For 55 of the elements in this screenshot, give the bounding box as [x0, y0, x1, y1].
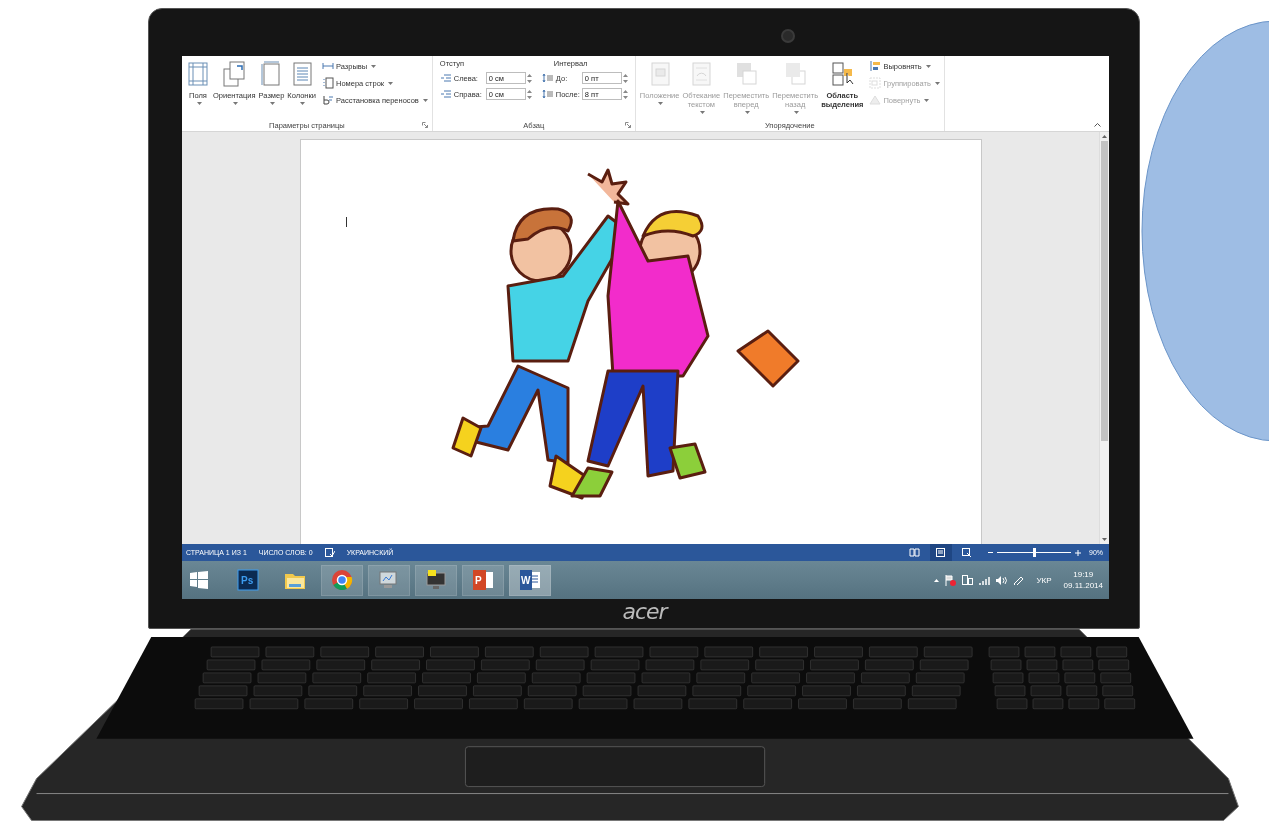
network-icon[interactable]: [962, 574, 974, 586]
taskbar-button[interactable]: W: [509, 564, 551, 596]
scroll-down-icon: [1102, 538, 1107, 541]
flag-icon[interactable]: [945, 574, 957, 586]
clock[interactable]: 19:19 09.11.2014: [1063, 569, 1103, 591]
spinner-arrows-icon: [622, 73, 628, 83]
document-icon: [222, 60, 247, 88]
indent-icon: [439, 73, 452, 83]
taskbar-button[interactable]: [415, 564, 457, 596]
proofing-book-icon[interactable]: [324, 548, 335, 557]
monitor-icon: [425, 569, 447, 591]
layout-icon: [869, 77, 882, 89]
view-button[interactable]: [930, 544, 952, 561]
line-spacing-icon: [541, 73, 554, 83]
speaker-icon[interactable]: [996, 575, 1008, 585]
layout-icon: [322, 60, 334, 72]
scroll-up-icon: [1102, 135, 1107, 138]
slider-thumb[interactable]: [1033, 548, 1036, 557]
brand-logo: acer: [622, 599, 667, 625]
scroll-thumb[interactable]: [1101, 141, 1108, 441]
view-icon: [935, 547, 947, 558]
layout-icon: [869, 60, 882, 72]
browser-icon: [331, 569, 353, 591]
document-icon: [830, 60, 855, 88]
view-icon: [909, 547, 921, 558]
language-indicator[interactable]: УКР: [1030, 575, 1058, 585]
spinner-arrows-icon: [526, 89, 532, 99]
taskbar-button[interactable]: P: [462, 564, 504, 596]
indent-icon: [439, 89, 452, 99]
pen-icon[interactable]: [1013, 575, 1025, 585]
layout-icon: [322, 77, 334, 89]
dialog-launcher-icon[interactable]: [421, 122, 428, 128]
line-spacing-icon: [541, 89, 554, 99]
document-icon: [186, 60, 210, 88]
collapse-ribbon-icon[interactable]: [1094, 122, 1101, 127]
photoshop-icon: Ps: [237, 569, 259, 591]
windows-logo-icon[interactable]: [190, 571, 208, 589]
zoom-in-icon[interactable]: [1075, 549, 1081, 556]
layout-icon: [869, 94, 882, 106]
view-icon: [961, 547, 973, 558]
dialog-launcher-icon[interactable]: [624, 122, 631, 128]
text-cursor: [346, 217, 347, 227]
monitor-chart-icon: [378, 569, 400, 591]
document-icon: [734, 60, 759, 88]
spinner-arrows-icon: [622, 89, 628, 99]
zoom-out-icon[interactable]: [988, 550, 993, 555]
spinner-arrows-icon: [526, 73, 532, 83]
document-icon: [689, 60, 714, 88]
document-icon: [783, 60, 808, 88]
signal-icon[interactable]: [979, 575, 991, 585]
scrollbar[interactable]: [1099, 132, 1109, 544]
layout-icon: [322, 94, 334, 106]
show-hidden-icon[interactable]: [934, 578, 940, 582]
taskbar-button[interactable]: Ps: [227, 564, 269, 596]
webcam-dot: [781, 29, 795, 43]
